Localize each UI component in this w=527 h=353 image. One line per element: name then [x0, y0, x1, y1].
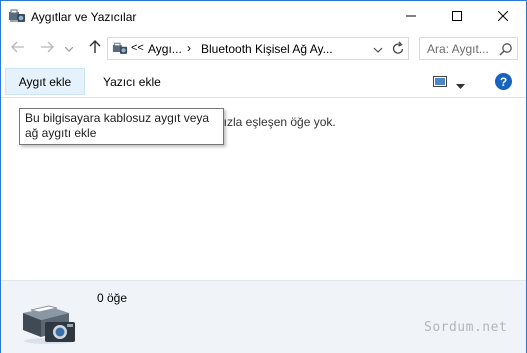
forward-button[interactable]	[39, 40, 55, 56]
chevron-down-icon[interactable]	[456, 79, 465, 89]
title-bar[interactable]: Aygıtlar ve Yazıcılar	[1, 1, 526, 32]
devices-and-printers-icon	[8, 8, 26, 24]
search-box[interactable]: Ara: Aygıt...	[419, 37, 518, 60]
add-device-button[interactable]: Aygıt ekle	[5, 68, 85, 95]
item-count: 0 öğe	[97, 291, 128, 305]
command-bar: Aygıt ekle Yazıcı ekle ?	[1, 66, 526, 98]
help-icon[interactable]: ?	[495, 73, 512, 90]
minimize-icon	[406, 10, 416, 24]
up-button[interactable]	[87, 39, 103, 57]
breadcrumb-overflow[interactable]: <<	[131, 42, 144, 54]
recent-locations-button[interactable]	[64, 40, 74, 56]
details-pane: 0 öğe Sordum.net	[1, 280, 526, 353]
items-view[interactable]: nızla eşleşen öğe yok. Bu bilgisayara ka…	[1, 98, 526, 280]
navigation-bar: << Aygı... › Bluetooth Kişisel Ağ Ay... …	[1, 32, 526, 66]
watermark: Sordum.net	[424, 320, 508, 335]
search-icon[interactable]	[499, 42, 513, 56]
arrow-right-icon	[40, 41, 54, 56]
tooltip: Bu bilgisayara kablosuz aygıt veya ağ ay…	[19, 108, 224, 145]
devices-and-printers-icon	[19, 295, 81, 345]
maximize-button[interactable]	[434, 1, 480, 32]
window: Aygıtlar ve Yazıcılar << Aygı... › Bluet…	[0, 0, 527, 353]
empty-results-message: nızla eşleşen öğe yok.	[217, 115, 336, 129]
minimize-button[interactable]	[388, 1, 434, 32]
breadcrumb-item-bluetooth[interactable]: Bluetooth Kişisel Ağ Ay...	[201, 42, 333, 56]
close-icon	[497, 10, 509, 24]
search-placeholder[interactable]: Ara: Aygıt...	[427, 42, 489, 56]
address-bar[interactable]: << Aygı... › Bluetooth Kişisel Ağ Ay...	[107, 37, 409, 60]
chevron-down-icon	[64, 41, 74, 55]
close-button[interactable]	[480, 1, 526, 32]
add-printer-button[interactable]: Yazıcı ekle	[91, 68, 173, 95]
arrow-up-icon	[89, 39, 101, 57]
view-options-icon[interactable]	[433, 76, 447, 87]
maximize-icon	[452, 10, 462, 24]
refresh-icon[interactable]	[391, 41, 405, 56]
arrow-left-icon	[11, 41, 25, 56]
breadcrumb-item-devices[interactable]: Aygı...	[148, 42, 182, 56]
breadcrumb-separator[interactable]: ›	[187, 41, 191, 55]
back-button[interactable]	[10, 40, 26, 56]
devices-and-printers-icon	[112, 41, 128, 56]
chevron-down-icon[interactable]	[372, 44, 384, 54]
window-title: Aygıtlar ve Yazıcılar	[31, 10, 137, 24]
